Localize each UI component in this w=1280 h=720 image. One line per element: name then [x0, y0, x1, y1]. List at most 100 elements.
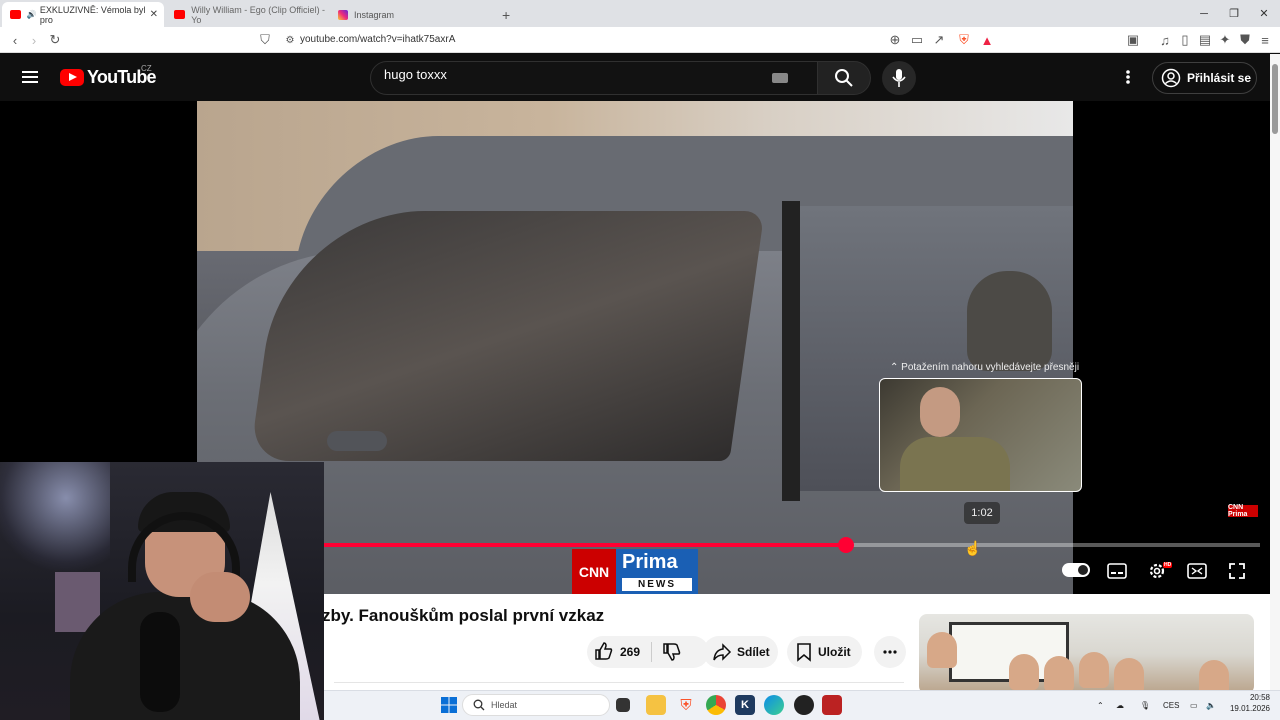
progress-scrubber[interactable]: [838, 537, 854, 553]
more-horizontal-icon: [883, 650, 897, 654]
reader-icon[interactable]: ▯: [1176, 27, 1194, 53]
music-icon[interactable]: ♫: [1156, 27, 1174, 53]
suggested-video-thumbnail[interactable]: [919, 614, 1254, 694]
browser-toolbar: ‹ › ↻ ⛉ ⚙ youtube.com/watch?v=ihatk75axr…: [0, 27, 1280, 53]
instagram-icon: [338, 9, 348, 20]
video-frame-door-handle: [327, 431, 387, 451]
vpn-icon[interactable]: ⛊: [1236, 27, 1254, 53]
video-player[interactable]: [197, 101, 1073, 594]
windows-start-icon[interactable]: [439, 695, 459, 715]
browser-tab-2[interactable]: Willy William - Ego (Clip Officiel) - Yo: [166, 2, 328, 27]
search-icon: [835, 69, 853, 87]
brave-browser-icon[interactable]: ⛨: [676, 695, 696, 715]
bookmark-icon[interactable]: ⛉: [256, 27, 274, 53]
tab-audio-icon: 🔊: [26, 10, 37, 19]
search-button[interactable]: [817, 61, 871, 95]
dislike-button[interactable]: [662, 642, 682, 667]
share-button[interactable]: Sdílet: [703, 636, 778, 668]
volume-icon[interactable]: 🔈: [1206, 690, 1216, 720]
browser-tab-3[interactable]: Instagram: [330, 2, 492, 27]
tab-label: Instagram: [354, 9, 395, 20]
share-arrow-icon: [713, 643, 732, 661]
address-bar[interactable]: youtube.com/watch?v=ihatk75axrA: [300, 27, 455, 53]
signin-label: Přihlásit se: [1187, 71, 1252, 85]
like-divider: [651, 642, 652, 662]
description-divider: [334, 682, 904, 683]
page-scrollbar[interactable]: [1270, 54, 1280, 690]
app-k-icon[interactable]: K: [735, 695, 755, 715]
channel-watermark: CNN Prima: [1228, 504, 1258, 518]
subtitles-icon[interactable]: [1105, 560, 1129, 582]
wallet-icon[interactable]: ▤: [1196, 27, 1214, 53]
clock-date: 19.01.2026: [1229, 704, 1270, 713]
brand-right: Prima NEWS: [616, 549, 698, 594]
country-code: CZ: [141, 64, 152, 73]
theater-mode-icon[interactable]: [1185, 560, 1209, 582]
video-frame-pillar: [782, 201, 800, 501]
tab-label: EXKLUZIVNĚ: Vémola byl pro: [39, 4, 146, 25]
like-count: 269: [620, 645, 641, 659]
network-icon[interactable]: ▭: [1190, 690, 1198, 720]
video-frame-person: [967, 271, 1052, 371]
taskbar-clock[interactable]: 20:58 19.01.2026: [1226, 692, 1270, 714]
close-tab-icon[interactable]: ✕: [150, 9, 158, 20]
video-frame-rear-window: [249, 211, 765, 461]
taskbar-search[interactable]: Hledat: [462, 694, 610, 716]
restore-icon[interactable]: ❐: [1218, 0, 1250, 27]
browser-tab-strip: 🔊 EXKLUZIVNĚ: Vémola byl pro ✕ Willy Wil…: [0, 0, 1280, 27]
chrome-icon[interactable]: [706, 695, 726, 715]
browser-tab-1[interactable]: 🔊 EXKLUZIVNĚ: Vémola byl pro ✕: [2, 2, 164, 27]
site-info-icon[interactable]: ⚙: [281, 27, 299, 53]
file-explorer-icon[interactable]: [646, 695, 666, 715]
youtube-icon: [174, 10, 186, 19]
voicemeeter-icon[interactable]: [822, 695, 842, 715]
seek-preview-thumbnail: [879, 378, 1082, 492]
zoom-icon[interactable]: ⊕: [886, 27, 904, 53]
youtube-logo-icon[interactable]: [60, 69, 84, 86]
search-input[interactable]: hugo toxxx: [384, 67, 447, 82]
rewards-icon[interactable]: ▲: [978, 27, 996, 53]
brand-right-bottom: NEWS: [622, 578, 692, 591]
microphone-tray-icon[interactable]: 🎙: [1140, 690, 1150, 720]
hamburger-menu-icon[interactable]: [20, 67, 40, 87]
like-button[interactable]: [594, 641, 614, 666]
cast-icon[interactable]: ▭: [908, 27, 926, 53]
leo-icon[interactable]: ✦: [1216, 27, 1234, 53]
share-icon[interactable]: ↗: [930, 27, 948, 53]
thumbs-up-icon: [595, 642, 613, 660]
brand-right-top: Prima: [622, 551, 678, 573]
seek-preview-time: 1:02: [964, 502, 1000, 524]
language-indicator[interactable]: CES: [1163, 690, 1179, 720]
progress-played: [324, 543, 846, 547]
minimize-icon[interactable]: ─: [1188, 0, 1220, 27]
sidebar-icon[interactable]: ▣: [1124, 27, 1142, 53]
youtube-icon: [10, 10, 21, 19]
account-icon: [1161, 68, 1181, 88]
back-icon[interactable]: ‹: [6, 27, 24, 53]
new-tab-button[interactable]: +: [494, 2, 518, 27]
tray-overflow-icon[interactable]: ⌃: [1097, 690, 1104, 720]
search-icon: [473, 699, 485, 711]
fullscreen-icon[interactable]: [1225, 560, 1249, 582]
onedrive-icon[interactable]: ☁: [1116, 690, 1124, 720]
webcam-overlay: [0, 462, 324, 720]
keyboard-icon[interactable]: [772, 73, 788, 83]
more-options-icon[interactable]: [1120, 67, 1136, 87]
clock-time: 20:58: [1249, 693, 1270, 702]
bookmark-save-icon: [797, 643, 811, 662]
reload-icon[interactable]: ↻: [46, 27, 64, 53]
more-actions-button[interactable]: [874, 636, 906, 668]
task-view-icon[interactable]: [616, 698, 630, 712]
save-button[interactable]: Uložit: [787, 636, 862, 668]
microphone-icon: [892, 69, 906, 87]
close-window-icon[interactable]: ✕: [1248, 0, 1280, 27]
obs-icon[interactable]: [794, 695, 814, 715]
voice-search-button[interactable]: [882, 61, 916, 95]
brave-shield-icon[interactable]: ⛨: [955, 27, 973, 53]
edge-icon[interactable]: [764, 695, 784, 715]
autoplay-toggle[interactable]: [1062, 563, 1090, 577]
hd-badge: HD: [1163, 562, 1173, 568]
signin-button[interactable]: Přihlásit se: [1152, 62, 1257, 94]
forward-icon[interactable]: ›: [25, 27, 43, 53]
menu-icon[interactable]: ≡: [1256, 27, 1274, 53]
